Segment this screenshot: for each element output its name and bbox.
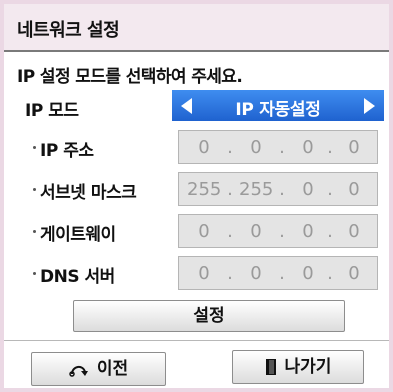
octet-separator: . — [327, 221, 333, 242]
ip-octet-1: 0 — [198, 137, 210, 158]
subnet-mask-label: 서브넷 마스크 — [40, 183, 137, 203]
back-button[interactable]: 이전 — [31, 352, 166, 386]
octet-separator: . — [227, 221, 233, 242]
gateway-field[interactable]: 0 . 0 . 0 . 0 — [178, 214, 378, 248]
network-settings-dialog: 네트워크 설정 IP 설정 모드를 선택하여 주세요. IP 모드 IP 자동설… — [4, 4, 389, 388]
triangle-right-icon[interactable] — [364, 98, 375, 114]
subnet-octet-4: 0 — [348, 179, 360, 200]
dns-server-field[interactable]: 0 . 0 . 0 . 0 — [178, 256, 378, 290]
octet-separator: . — [279, 263, 285, 284]
octet-separator: . — [279, 137, 285, 158]
gateway-label: 게이트웨이 — [40, 225, 116, 245]
ip-octet-3: 0 — [302, 137, 314, 158]
bullet-icon — [33, 230, 36, 233]
octet-separator: . — [279, 179, 285, 200]
dns-octet-4: 0 — [348, 263, 360, 284]
gateway-octet-1: 0 — [198, 221, 210, 242]
gateway-octet-3: 0 — [302, 221, 314, 242]
dns-octet-3: 0 — [302, 263, 314, 284]
octet-separator: . — [279, 221, 285, 242]
gateway-octet-4: 0 — [348, 221, 360, 242]
divider — [4, 340, 389, 341]
dns-octet-1: 0 — [198, 263, 210, 284]
octet-separator: . — [227, 263, 233, 284]
subnet-octet-2: 255 — [239, 179, 274, 200]
ip-octet-2: 0 — [250, 137, 262, 158]
ip-mode-label: IP 모드 — [25, 101, 79, 121]
octet-separator: . — [327, 179, 333, 200]
exit-button[interactable]: 나가기 — [232, 350, 364, 384]
set-button[interactable]: 설정 — [73, 300, 345, 332]
octet-separator: . — [227, 137, 233, 158]
octet-separator: . — [227, 179, 233, 200]
gateway-octet-2: 0 — [250, 221, 262, 242]
door-icon — [265, 359, 276, 375]
dns-server-label: DNS 서버 — [40, 267, 115, 287]
subnet-mask-field[interactable]: 255 . 255 . 0 . 0 — [178, 172, 378, 206]
bullet-icon — [33, 146, 36, 149]
bullet-icon — [33, 272, 36, 275]
ip-octet-4: 0 — [348, 137, 360, 158]
ip-mode-selector[interactable]: IP 자동설정 — [172, 90, 384, 121]
back-button-label: 이전 — [96, 359, 129, 379]
ip-address-field[interactable]: 0 . 0 . 0 . 0 — [178, 130, 378, 164]
ip-mode-value: IP 자동설정 — [235, 100, 321, 120]
title-bar: 네트워크 설정 — [4, 4, 389, 52]
octet-separator: . — [327, 263, 333, 284]
octet-separator: . — [327, 137, 333, 158]
dialog-title: 네트워크 설정 — [17, 20, 120, 41]
return-arrow-icon — [69, 366, 88, 377]
dns-octet-2: 0 — [250, 263, 262, 284]
bullet-icon — [33, 188, 36, 191]
subnet-octet-3: 0 — [302, 179, 314, 200]
exit-button-label: 나가기 — [284, 357, 332, 377]
instruction-text: IP 설정 모드를 선택하여 주세요. — [17, 67, 243, 87]
subnet-octet-1: 255 — [187, 179, 222, 200]
ip-address-label: IP 주소 — [40, 141, 94, 161]
